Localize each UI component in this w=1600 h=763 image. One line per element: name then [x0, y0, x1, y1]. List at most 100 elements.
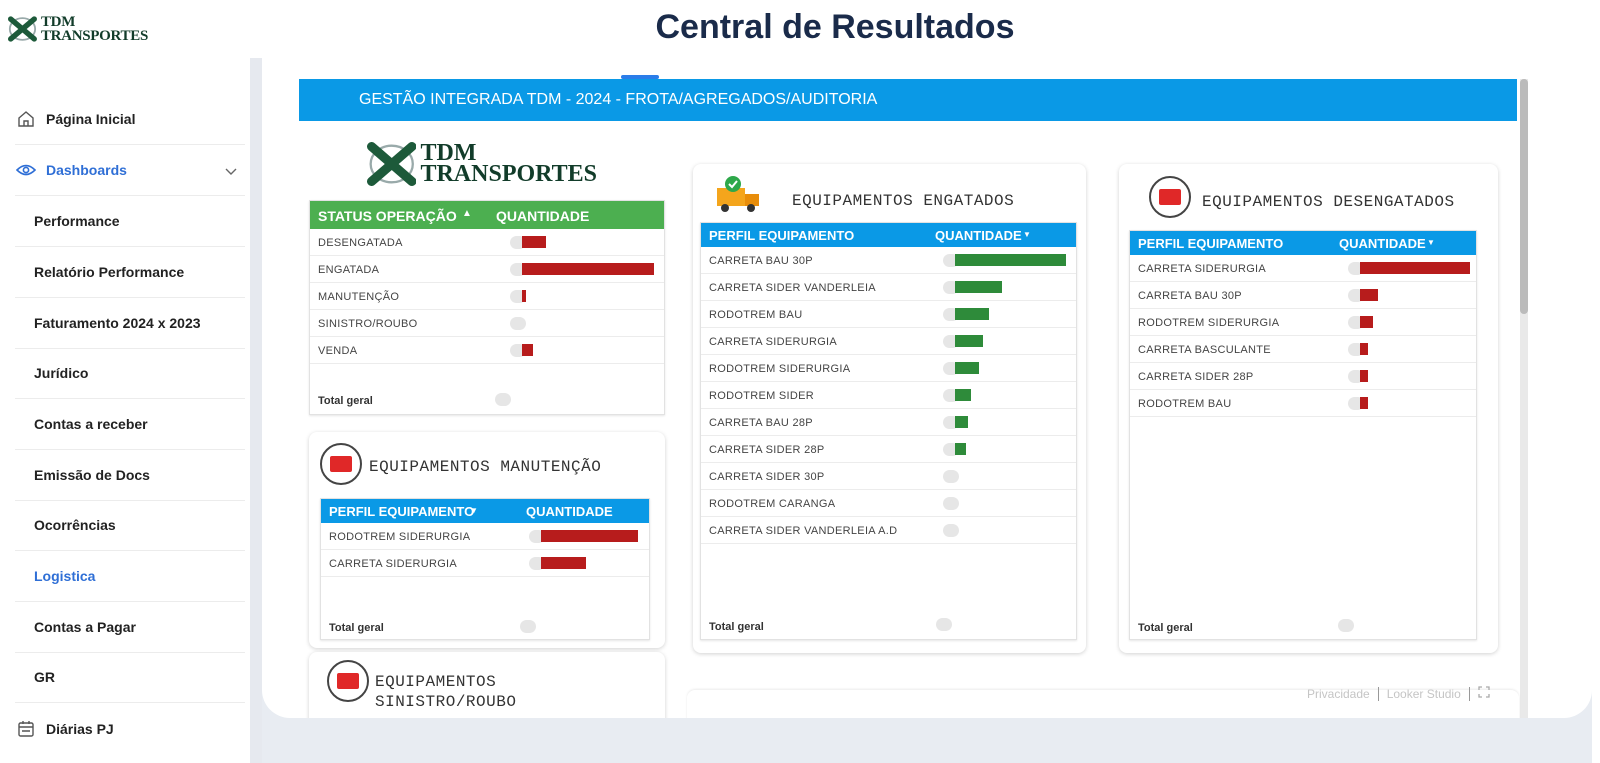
table-row[interactable]: RODOTREM SIDER	[701, 382, 1076, 409]
table-row[interactable]: CARRETA SIDERURGIA	[701, 328, 1076, 355]
table-row[interactable]: SINISTRO/ROUBO	[310, 310, 664, 337]
page-title: Central de Resultados	[655, 8, 1015, 46]
row-label: RODOTREM SIDER	[709, 390, 815, 402]
table-row[interactable]: CARRETA SIDER VANDERLEIA	[701, 274, 1076, 301]
sidebar-item-faturamento[interactable]: Faturamento 2024 x 2023	[15, 298, 245, 349]
sidebar-item-gr[interactable]: GR	[15, 652, 245, 703]
row-label: ENGATADA	[318, 264, 380, 276]
manutencao-title: EQUIPAMENTOS MANUTENÇÃO	[369, 458, 602, 476]
sidebar-item-diarias-pj[interactable]: Diárias PJ	[15, 703, 245, 754]
tdm-logo-icon	[367, 142, 417, 186]
quantity-bar	[1360, 262, 1470, 274]
table-row[interactable]: CARRETA SIDERURGIA	[321, 550, 649, 577]
sidebar-item-contas-a-pagar[interactable]: Contas a Pagar	[15, 602, 245, 653]
desengatados-total-value	[1338, 619, 1354, 632]
row-label: RODOTREM SIDERURGIA	[709, 363, 851, 375]
desengatados-table-header: PERFIL EQUIPAMENTO QUANTIDADE ▼	[1130, 231, 1476, 255]
manutencao-total-label: Total geral	[329, 622, 384, 634]
sidebar-item-label: Diárias PJ	[46, 720, 114, 737]
sidebar-item-emissao-de-docs[interactable]: Emissão de Docs	[15, 450, 245, 501]
truck-icon	[327, 660, 369, 702]
quantity-bar	[522, 344, 533, 356]
privacy-link[interactable]: Privacidade	[1307, 687, 1370, 701]
sidebar-item-label: Contas a receber	[34, 416, 148, 432]
sort-down-icon[interactable]: ▼	[1427, 238, 1435, 247]
engatados-table-header: PERFIL EQUIPAMENTO QUANTIDADE ▼	[701, 223, 1076, 247]
report-logo: TDM TRANSPORTES	[367, 138, 597, 190]
col-perfil-equipamento[interactable]: PERFIL EQUIPAMENTO	[709, 228, 854, 243]
manutencao-table-body: RODOTREM SIDERURGIA CARRETA SIDERURGIA	[321, 523, 649, 577]
quantity-bar	[955, 416, 968, 428]
table-row[interactable]: RODOTREM SIDERURGIA	[321, 523, 649, 550]
engatados-total-label: Total geral	[709, 621, 764, 633]
table-row[interactable]: CARRETA BASCULANTE	[1130, 336, 1476, 363]
status-total-value	[495, 393, 511, 406]
table-row[interactable]: CARRETA SIDER 30P	[701, 463, 1076, 490]
table-row[interactable]: CARRETA BAU 30P	[1130, 282, 1476, 309]
engatados-title: EQUIPAMENTOS ENGATADOS	[792, 192, 1015, 210]
sort-up-icon[interactable]: ▲	[462, 208, 472, 219]
row-value	[943, 497, 959, 510]
table-row[interactable]: RODOTREM SIDERURGIA	[701, 355, 1076, 382]
engatados-total-value	[936, 618, 952, 631]
report-scrollbar[interactable]	[1520, 79, 1528, 718]
sort-down-icon[interactable]: ▼	[1023, 230, 1031, 239]
sidebar-item-pagina-inicial[interactable]: Página Inicial	[15, 94, 245, 145]
table-row[interactable]: CARRETA BAU 28P	[701, 409, 1076, 436]
sidebar-scrollbar[interactable]	[250, 58, 262, 763]
row-label: CARRETA BAU 30P	[709, 255, 813, 267]
looker-studio-link[interactable]: Looker Studio	[1387, 687, 1461, 701]
sidebar-item-relatorio-performance[interactable]: Relatório Performance	[15, 247, 245, 298]
table-row[interactable]: CARRETA SIDER VANDERLEIA A.D	[701, 517, 1076, 544]
row-label: CARRETA BASCULANTE	[1138, 344, 1271, 356]
table-row[interactable]: RODOTREM BAU	[701, 301, 1076, 328]
row-value	[510, 317, 526, 330]
quantity-bar	[541, 530, 638, 542]
sinistro-card: EQUIPAMENTOS SINISTRO/ROUBO	[309, 652, 665, 718]
col-quantidade[interactable]: QUANTIDADE	[526, 504, 613, 519]
col-perfil-equipamento[interactable]: PERFIL EQUIPAMENTO	[329, 504, 474, 519]
table-row[interactable]: DESENGATADA	[310, 229, 664, 256]
sidebar-item-logistica[interactable]: Logistica	[15, 551, 245, 602]
table-row[interactable]: CARRETA SIDER 28P	[701, 436, 1076, 463]
sidebar-item-performance[interactable]: Performance	[15, 196, 245, 247]
desengatados-table: PERFIL EQUIPAMENTO QUANTIDADE ▼ CARRETA …	[1129, 230, 1477, 640]
desengatados-total-label: Total geral	[1138, 622, 1193, 634]
table-row[interactable]: CARRETA SIDER 28P	[1130, 363, 1476, 390]
row-label: CARRETA SIDER 30P	[709, 471, 825, 483]
table-row[interactable]: RODOTREM SIDERURGIA	[1130, 309, 1476, 336]
col-quantidade[interactable]: QUANTIDADE	[1339, 236, 1426, 251]
col-quantidade[interactable]: QUANTIDADE	[496, 208, 589, 224]
sidebar-item-contas-a-receber[interactable]: Contas a receber	[15, 399, 245, 450]
quantity-bar	[955, 254, 1066, 266]
sidebar-item-ocorrencias[interactable]: Ocorrências	[15, 500, 245, 551]
report-scrollbar-thumb[interactable]	[1520, 79, 1528, 314]
sidebar-item-juridico[interactable]: Jurídico	[15, 348, 245, 399]
table-row[interactable]: VENDA	[310, 337, 664, 364]
quantity-bar	[541, 557, 586, 569]
status-total-label: Total geral	[318, 395, 373, 407]
sinistro-title-line2: SINISTRO/ROUBO	[375, 693, 517, 711]
quantity-bar	[522, 263, 654, 275]
chevron-down-icon[interactable]	[225, 163, 237, 179]
sidebar-item-dashboards[interactable]: Dashboards	[15, 145, 245, 196]
col-status-operacao[interactable]: STATUS OPERAÇÃO	[318, 208, 457, 224]
table-row[interactable]: CARRETA BAU 30P	[701, 247, 1076, 274]
table-row[interactable]: ENGATADA	[310, 256, 664, 283]
row-label: CARRETA SIDER 28P	[709, 444, 825, 456]
col-perfil-equipamento[interactable]: PERFIL EQUIPAMENTO	[1138, 236, 1283, 251]
col-quantidade[interactable]: QUANTIDADE	[935, 228, 1022, 243]
truck-icon	[320, 443, 362, 485]
desengatados-card: EQUIPAMENTOS DESENGATADOS PERFIL EQUIPAM…	[1119, 164, 1498, 653]
eye-icon	[15, 159, 37, 181]
delivery-truck-icon	[715, 174, 765, 214]
table-row[interactable]: RODOTREM BAU	[1130, 390, 1476, 417]
fullscreen-icon[interactable]	[1478, 686, 1490, 701]
table-row[interactable]: CARRETA SIDERURGIA	[1130, 255, 1476, 282]
home-icon	[15, 108, 37, 130]
report-footer: Privacidade Looker Studio	[1307, 686, 1490, 701]
sort-down-icon[interactable]: ▼	[470, 506, 478, 515]
table-row[interactable]: RODOTREM CARANGA	[701, 490, 1076, 517]
table-row[interactable]: MANUTENÇÃO	[310, 283, 664, 310]
sinistro-title: EQUIPAMENTOS SINISTRO/ROUBO	[375, 672, 516, 712]
